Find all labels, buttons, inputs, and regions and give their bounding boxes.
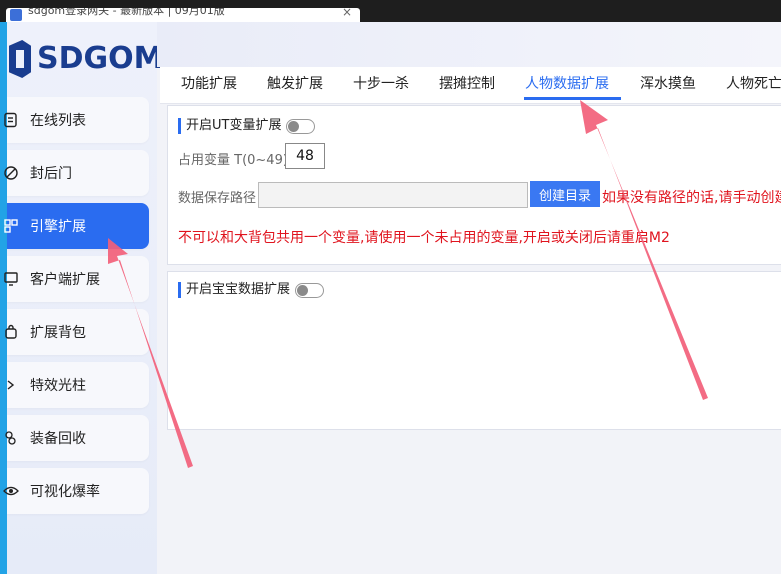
logo-text: SDGOM <box>37 41 164 76</box>
warning-text: 不可以和大背包共用一个变量,请使用一个未占用的变量,开启或关闭后请重启M2 <box>178 230 670 246</box>
path-input[interactable] <box>258 182 528 208</box>
path-label: 数据保存路径 <box>178 191 257 206</box>
tab-ten-step-kill[interactable]: 十步一杀 <box>353 73 409 93</box>
tab-title: sdgom登录网关 - 最新版本 | 09月01版 <box>28 8 225 17</box>
sidebar-item-label: 扩展背包 <box>30 325 86 341</box>
sidebar-item-online-list[interactable]: 在线列表 <box>4 97 149 143</box>
sidebar-item-engine-extension[interactable]: 引擎扩展 <box>4 203 149 249</box>
var-label: 占用变量 T(0~49) <box>178 153 288 168</box>
header-banner <box>157 22 781 67</box>
browser-tab[interactable]: sdgom登录网关 - 最新版本 | 09月01版 × <box>6 8 360 22</box>
bag-icon <box>3 324 19 340</box>
tab-character-data-extension[interactable]: 人物数据扩展 <box>525 73 609 93</box>
ut-extension-title: 开启UT变量扩展 <box>178 118 281 134</box>
monitor-icon <box>3 271 19 287</box>
sidebar-item-effect-pillar[interactable]: 特效光柱 <box>7 362 149 408</box>
ut-variable-panel: 开启UT变量扩展 占用变量 T(0~49) 数据保存路径 创建目录 如果没有路径… <box>167 105 781 265</box>
eye-icon <box>3 483 19 499</box>
sidebar-item-label: 客户端扩展 <box>30 272 100 288</box>
logo: SDGOM <box>7 34 164 82</box>
tab-muddy-water[interactable]: 浑水摸鱼 <box>640 73 696 93</box>
sidebar-item-block-backdoor[interactable]: 封后门 <box>4 150 149 196</box>
list-icon <box>3 112 19 128</box>
close-tab-icon[interactable]: × <box>342 8 352 19</box>
tab-character-death[interactable]: 人物死亡 <box>726 73 781 93</box>
sidebar-item-label: 特效光柱 <box>30 378 86 394</box>
block-icon <box>3 165 19 181</box>
grid-icon <box>3 218 19 234</box>
sidebar-item-label: 可视化爆率 <box>30 484 100 500</box>
sidebar-item-label: 装备回收 <box>30 431 86 447</box>
pet-data-panel: 开启宝宝数据扩展 <box>167 271 781 430</box>
chevron-right-icon <box>3 377 19 393</box>
sidebar-item-label: 引擎扩展 <box>30 219 86 235</box>
app-icon <box>10 9 22 21</box>
var-number-input[interactable] <box>285 143 325 169</box>
sidebar-item-equipment-recycle[interactable]: 装备回收 <box>5 415 149 461</box>
sidebar-item-client-extension[interactable]: 客户端扩展 <box>4 256 149 302</box>
recycle-icon <box>3 430 19 446</box>
pet-extension-toggle[interactable] <box>295 283 324 298</box>
title-bar: sdgom登录网关 - 最新版本 | 09月01版 × <box>0 0 781 22</box>
tab-trigger-extension[interactable]: 触发扩展 <box>267 73 323 93</box>
sidebar-item-visual-drop-rate[interactable]: 可视化爆率 <box>3 468 149 514</box>
sidebar-item-label: 在线列表 <box>30 113 86 129</box>
sidebar-item-label: 封后门 <box>30 166 72 182</box>
pet-extension-title: 开启宝宝数据扩展 <box>178 282 290 298</box>
ut-extension-toggle[interactable] <box>286 119 315 134</box>
path-hint: 如果没有路径的话,请手动创建 <box>602 190 781 206</box>
create-directory-button[interactable]: 创建目录 <box>530 181 600 207</box>
logo-mark-icon <box>9 40 31 78</box>
active-tab-indicator <box>524 97 621 100</box>
tab-bar: 功能扩展 触发扩展 十步一杀 摆摊控制 人物数据扩展 浑水摸鱼 人物死亡 <box>160 67 781 104</box>
sidebar: SDGOM 在线列表 封后门 引擎扩展 客户端扩展 扩展背包 特效光柱 装备回收… <box>3 22 164 574</box>
sidebar-item-extend-bag[interactable]: 扩展背包 <box>5 309 149 355</box>
tab-function-extension[interactable]: 功能扩展 <box>181 73 237 93</box>
tab-stall-control[interactable]: 摆摊控制 <box>439 73 495 93</box>
